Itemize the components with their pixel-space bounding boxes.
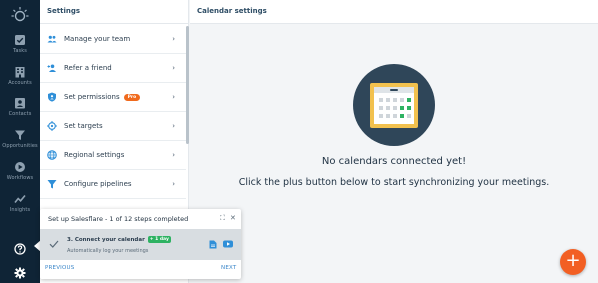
team-icon [47,34,57,44]
expand-icon[interactable]: ⛶ [220,214,225,223]
rail-label: Opportunities [2,143,38,149]
chevron-right-icon: › [172,93,175,101]
rail-label: Accounts [8,80,32,86]
rail-accounts[interactable]: Accounts [0,66,40,86]
calendar-settings-panel: Calendar settings No calendars connected… [190,0,598,283]
settings-item-label: Refer a friend [64,64,112,72]
workflows-icon [15,162,25,172]
checkmark-icon [49,240,59,248]
settings-scrollbar[interactable] [186,26,189,144]
chevron-right-icon: › [172,35,175,43]
rail-contacts[interactable]: Contacts [0,97,40,117]
empty-state-subtitle: Click the plus button below to start syn… [238,177,550,188]
close-icon[interactable]: ✕ [230,214,236,222]
pro-badge: Pro [123,93,141,101]
insights-icon [14,194,26,203]
step-day-badge: + 1 day [147,236,171,243]
rail-label: Contacts [8,111,32,117]
settings-item-label: Set targets [64,122,103,130]
settings-item-label: Set permissions [64,93,120,101]
rail-label: Workflows [6,175,34,181]
empty-state-title: No calendars connected yet! [321,156,467,167]
calendar-illustration [353,64,435,146]
onboarding-title: Set up Salesflare - 1 of 12 steps comple… [48,215,189,223]
chevron-right-icon: › [172,180,175,188]
settings-item-manage-team[interactable]: Manage your team › [40,25,186,54]
help-icon [14,243,26,255]
page-title: Calendar settings [190,0,598,24]
contacts-icon [15,98,25,109]
settings-title: Settings [40,0,188,24]
settings-item-label: Regional settings [64,151,125,159]
rail-settings[interactable] [0,264,40,283]
step-title-text: 3. Connect your calendar [67,237,145,243]
previous-button[interactable]: PREVIOUS [45,265,74,271]
next-button[interactable]: NEXT [221,265,236,271]
settings-item-set-targets[interactable]: Set targets › [40,112,186,141]
document-icon[interactable] [209,240,217,249]
settings-item-regional-settings[interactable]: Regional settings › [40,141,186,170]
globe-icon [47,150,57,160]
accounts-icon [15,67,25,78]
step-title: 3. Connect your calendar + 1 day [67,236,171,243]
refer-friend-icon [47,63,57,73]
settings-item-configure-pipelines[interactable]: Configure pipelines › [40,170,186,199]
video-play-icon[interactable] [223,240,233,248]
rail-label: Insights [9,207,31,213]
funnel-icon [47,179,57,189]
rail-label: Tasks [13,48,27,54]
rail-opportunities[interactable]: Opportunities [0,129,40,149]
settings-gear-icon [14,267,26,279]
opportunities-icon [15,130,25,140]
onboarding-popup: Set up Salesflare - 1 of 12 steps comple… [40,209,241,279]
settings-item-label: Manage your team [64,35,131,43]
salesflare-logo-icon[interactable] [11,6,29,24]
add-calendar-button[interactable]: + [560,249,586,275]
settings-item-label: Configure pipelines [64,180,132,188]
step-subtitle: Automatically log your meetings [67,248,149,254]
chevron-right-icon: › [172,122,175,130]
chevron-right-icon: › [172,151,175,159]
settings-item-refer-friend[interactable]: Refer a friend › [40,54,186,83]
rail-workflows[interactable]: Workflows [0,161,40,181]
target-icon [47,121,57,131]
rail-insights[interactable]: Insights [0,193,40,213]
permissions-shield-icon [47,92,57,102]
rail-tasks[interactable]: Tasks [0,34,40,54]
tasks-icon [15,35,25,45]
onboarding-step[interactable]: 3. Connect your calendar + 1 day Automati… [40,229,241,260]
calendar-icon [370,83,418,128]
chevron-right-icon: › [172,64,175,72]
settings-item-set-permissions[interactable]: Set permissions Pro › [40,83,186,112]
